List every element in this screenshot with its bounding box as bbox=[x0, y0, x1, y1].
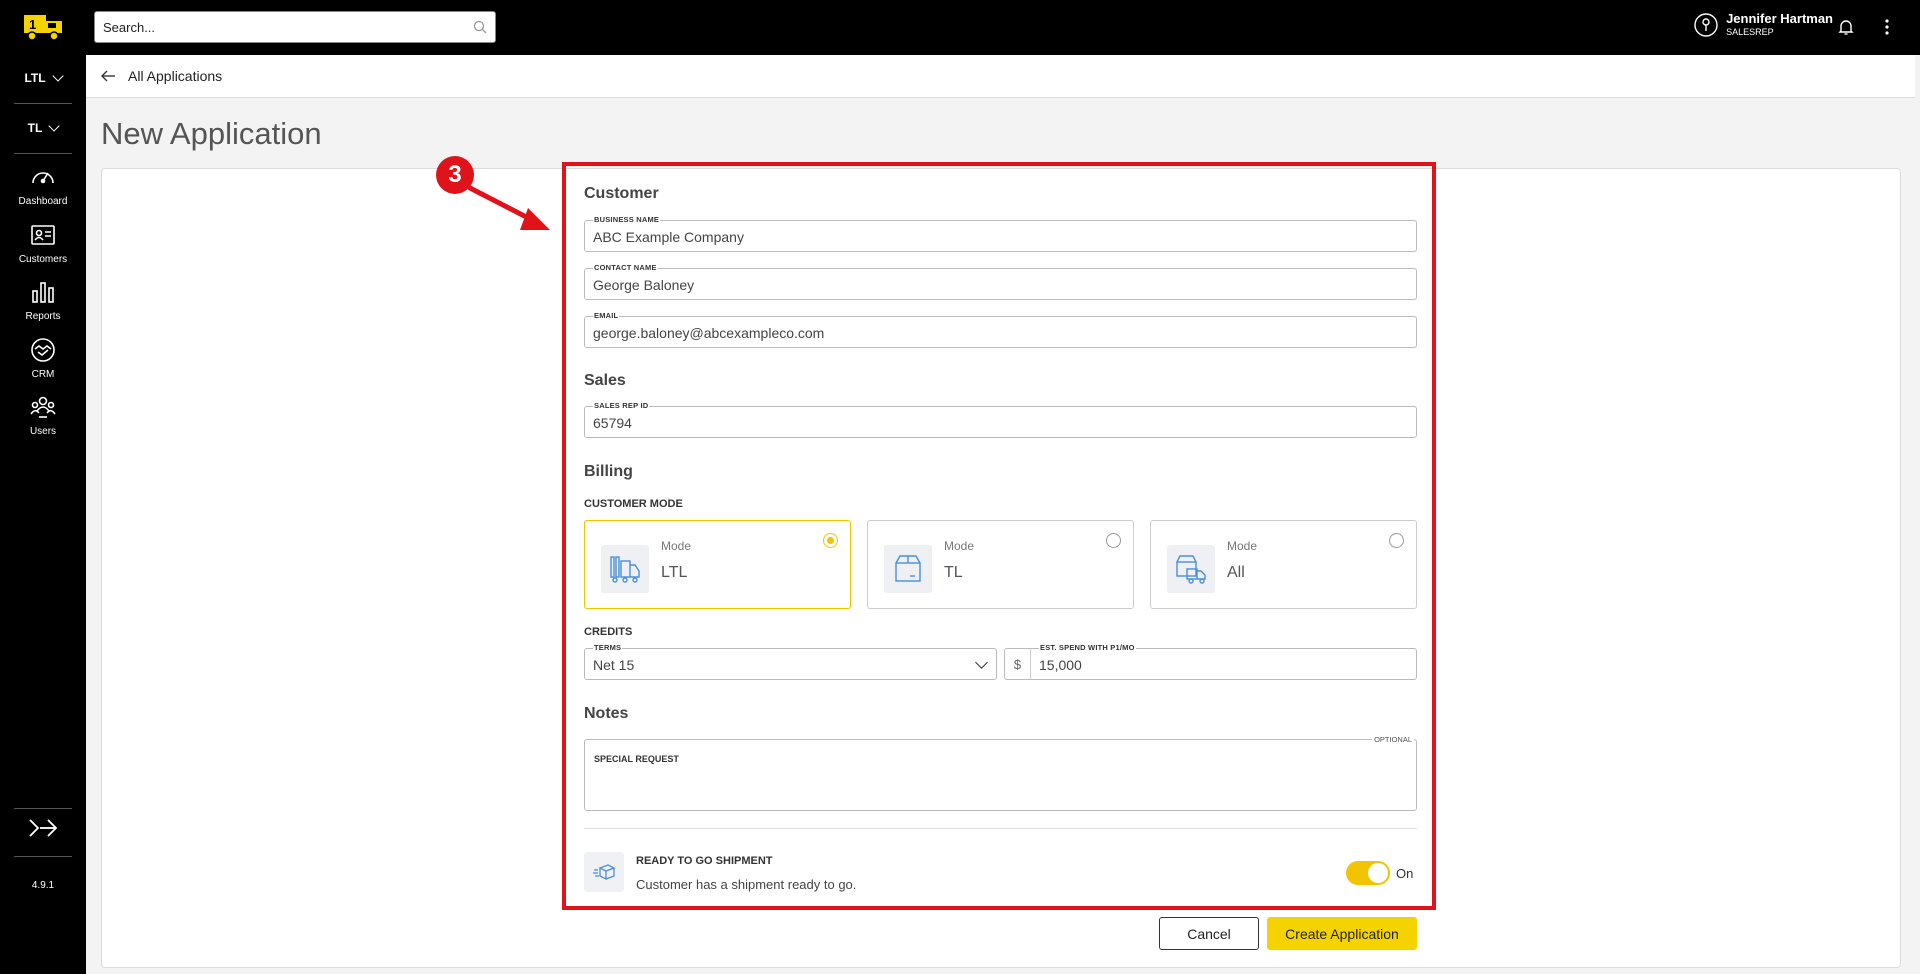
all-box-truck-icon bbox=[1167, 545, 1215, 593]
business-name-field[interactable]: BUSINESS NAME ABC Example Company bbox=[584, 215, 1417, 252]
customer-mode-label: CUSTOMER MODE bbox=[584, 498, 683, 510]
truck-logo-icon[interactable]: 1 bbox=[22, 12, 68, 42]
tl-mode-dropdown[interactable]: TL bbox=[0, 105, 86, 151]
ready-to-go-toggle[interactable] bbox=[1346, 861, 1390, 885]
chevron-down-icon bbox=[48, 120, 60, 132]
terms-select[interactable]: TERMS Net 15 bbox=[584, 643, 997, 680]
ltl-mode-dropdown[interactable]: LTL bbox=[0, 55, 86, 101]
mode-value: TL bbox=[944, 564, 963, 581]
business-name-value: ABC Example Company bbox=[593, 229, 744, 245]
email-field[interactable]: EMAIL george.baloney@abcexampleco.com bbox=[584, 311, 1417, 348]
breadcrumb: All Applications bbox=[86, 55, 1915, 98]
cancel-button[interactable]: Cancel bbox=[1159, 917, 1259, 950]
sales-heading: Sales bbox=[584, 372, 626, 389]
mode-label: Mode bbox=[944, 539, 975, 553]
terms-label: TERMS bbox=[593, 643, 623, 652]
top-bar: Jennifer Hartman SALESREP bbox=[86, 0, 1920, 55]
sales-rep-id-field[interactable]: SALES REP ID 65794 bbox=[584, 401, 1417, 438]
annotation-arrow-icon bbox=[468, 185, 550, 230]
business-name-label: BUSINESS NAME bbox=[593, 215, 661, 224]
sidebar-item-crm[interactable]: CRM bbox=[0, 337, 86, 391]
user-name: Jennifer Hartman bbox=[1726, 11, 1833, 26]
chevron-down-icon bbox=[975, 656, 988, 669]
sidebar-item-users[interactable]: Users bbox=[0, 394, 86, 448]
mode-label: Mode bbox=[661, 539, 692, 553]
sidebar-item-label: Customers bbox=[18, 254, 68, 265]
bar-chart-icon bbox=[32, 282, 54, 303]
divider bbox=[584, 828, 1417, 829]
user-avatar-icon bbox=[1694, 13, 1718, 37]
est-spend-value: 15,000 bbox=[1039, 657, 1082, 673]
mode-radio[interactable] bbox=[1389, 533, 1404, 548]
divider bbox=[14, 808, 72, 809]
ready-to-go-title: READY TO GO SHIPMENT bbox=[636, 855, 773, 867]
mode-option-ltl[interactable]: Mode LTL bbox=[584, 520, 851, 609]
divider bbox=[14, 103, 72, 104]
ltl-trucks-icon bbox=[601, 545, 649, 593]
notes-heading: Notes bbox=[584, 705, 629, 722]
sidebar-item-label: Dashboard bbox=[18, 196, 68, 207]
mode-option-all[interactable]: Mode All bbox=[1150, 520, 1417, 609]
email-label: EMAIL bbox=[593, 311, 620, 320]
users-icon bbox=[30, 396, 56, 418]
customer-heading: Customer bbox=[584, 185, 659, 202]
mode-value: LTL bbox=[661, 564, 688, 581]
est-spend-label: EST. SPEND WITH P1/MO bbox=[1039, 643, 1136, 652]
search-box bbox=[94, 11, 496, 43]
divider bbox=[14, 153, 72, 154]
ltl-mode-label: LTL bbox=[24, 71, 46, 85]
terms-value: Net 15 bbox=[593, 657, 635, 673]
search-input[interactable] bbox=[103, 19, 473, 35]
back-arrow-icon[interactable] bbox=[100, 69, 116, 83]
ready-to-go-description: Customer has a shipment ready to go. bbox=[636, 877, 857, 892]
mode-option-tl[interactable]: Mode TL bbox=[867, 520, 1134, 609]
billing-heading: Billing bbox=[584, 463, 633, 480]
mode-radio[interactable] bbox=[1106, 533, 1121, 548]
sidebar-item-label: Reports bbox=[25, 311, 61, 322]
sidebar-item-label: Users bbox=[29, 426, 57, 437]
special-request-textarea[interactable]: SPECIAL REQUEST OPTIONAL bbox=[584, 735, 1417, 811]
sidebar: 1 LTL TL Dashboard Customers Reports CRM bbox=[0, 0, 86, 974]
divider bbox=[14, 856, 72, 857]
sales-rep-id-value: 65794 bbox=[593, 415, 632, 431]
svg-text:1: 1 bbox=[29, 17, 36, 32]
id-card-icon bbox=[31, 225, 55, 245]
email-value: george.baloney@abcexampleco.com bbox=[593, 325, 825, 341]
shipment-box-icon bbox=[584, 852, 624, 892]
contact-name-value: George Baloney bbox=[593, 277, 695, 293]
optional-label: OPTIONAL bbox=[1372, 735, 1414, 744]
credits-label: CREDITS bbox=[584, 626, 633, 638]
toggle-state-label: On bbox=[1396, 866, 1414, 881]
chevron-down-icon bbox=[51, 70, 64, 82]
sidebar-item-dashboard[interactable]: Dashboard bbox=[0, 164, 86, 218]
mode-radio[interactable] bbox=[823, 533, 838, 548]
bell-icon[interactable] bbox=[1836, 17, 1856, 37]
mode-label: Mode bbox=[1227, 539, 1258, 553]
search-icon[interactable] bbox=[473, 20, 487, 34]
user-profile[interactable]: Jennifer Hartman SALESREP bbox=[1694, 12, 1833, 38]
more-options-icon[interactable] bbox=[1877, 17, 1897, 37]
create-application-button[interactable]: Create Application bbox=[1267, 917, 1417, 950]
expand-sidebar-icon[interactable] bbox=[28, 816, 58, 840]
back-to-all-applications-link[interactable]: All Applications bbox=[128, 68, 222, 84]
contact-name-label: CONTACT NAME bbox=[593, 263, 658, 272]
sidebar-item-label: CRM bbox=[31, 369, 55, 380]
gauge-icon bbox=[32, 172, 54, 184]
tl-mode-label: TL bbox=[27, 121, 43, 135]
est-spend-field[interactable]: $ EST. SPEND WITH P1/MO 15,000 bbox=[1004, 643, 1417, 680]
sidebar-item-reports[interactable]: Reports bbox=[0, 279, 86, 333]
page-title: New Application bbox=[101, 116, 322, 151]
user-role: SALESREP bbox=[1726, 27, 1774, 37]
currency-symbol: $ bbox=[1005, 649, 1031, 679]
sales-rep-id-label: SALES REP ID bbox=[593, 401, 650, 410]
contact-name-field[interactable]: CONTACT NAME George Baloney bbox=[584, 263, 1417, 300]
sidebar-item-customers[interactable]: Customers bbox=[0, 222, 86, 276]
mode-value: All bbox=[1227, 564, 1245, 581]
tl-box-icon bbox=[884, 545, 932, 593]
handshake-icon bbox=[31, 338, 55, 362]
special-request-label: SPECIAL REQUEST bbox=[594, 754, 679, 764]
app-version: 4.9.1 bbox=[31, 880, 55, 891]
